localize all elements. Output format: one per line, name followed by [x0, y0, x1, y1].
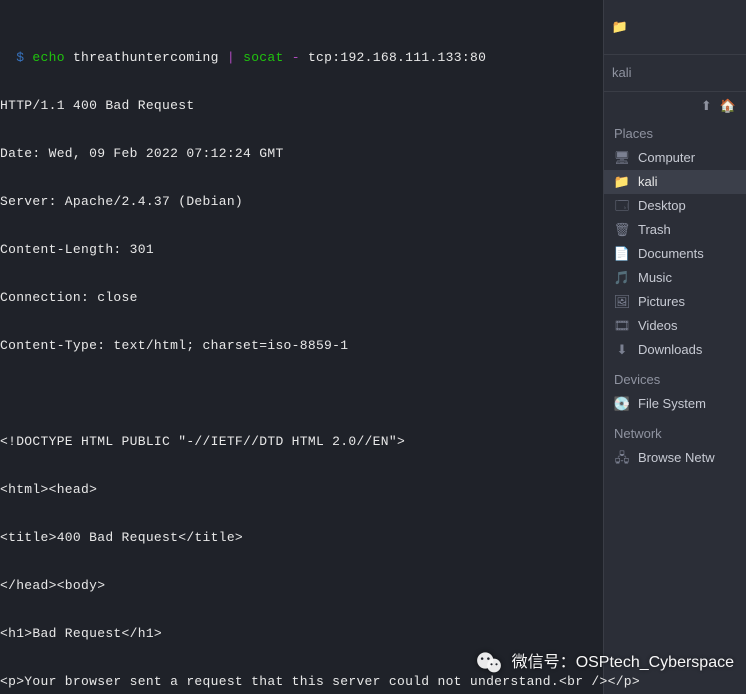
- cmd-arg: threathuntercoming: [73, 50, 219, 65]
- cmd-bin: echo: [32, 50, 64, 65]
- output-line: Connection: close: [0, 290, 746, 306]
- output-line: </head><body>: [0, 578, 746, 594]
- cmd-bin2: socat: [243, 50, 284, 65]
- output-line: Date: Wed, 09 Feb 2022 07:12:24 GMT: [0, 146, 746, 162]
- output-line: [0, 386, 746, 402]
- wechat-watermark: 微信号：OSPtech_Cyberspace: [474, 648, 734, 678]
- wechat-icon: [474, 648, 504, 678]
- output-line: Content-Length: 301: [0, 242, 746, 258]
- terminal-output[interactable]: $ echo threathuntercoming | socat - tcp:…: [0, 2, 746, 694]
- output-line: HTTP/1.1 400 Bad Request: [0, 98, 746, 114]
- watermark-text: 微信号：OSPtech_Cyberspace: [512, 655, 734, 671]
- output-line: <html><head>: [0, 482, 746, 498]
- output-line: Server: Apache/2.4.37 (Debian): [0, 194, 746, 210]
- output-line: <title>400 Bad Request</title>: [0, 530, 746, 546]
- prompt-line: $ echo threathuntercoming | socat - tcp:…: [0, 50, 746, 66]
- cmd-dash: -: [292, 50, 300, 65]
- cmd-addr: tcp:192.168.111.133:80: [308, 50, 486, 65]
- output-line: <h1>Bad Request</h1>: [0, 626, 746, 642]
- output-line: Content-Type: text/html; charset=iso-885…: [0, 338, 746, 354]
- pipe-operator: |: [227, 50, 235, 65]
- output-line: <!DOCTYPE HTML PUBLIC "-//IETF//DTD HTML…: [0, 434, 746, 450]
